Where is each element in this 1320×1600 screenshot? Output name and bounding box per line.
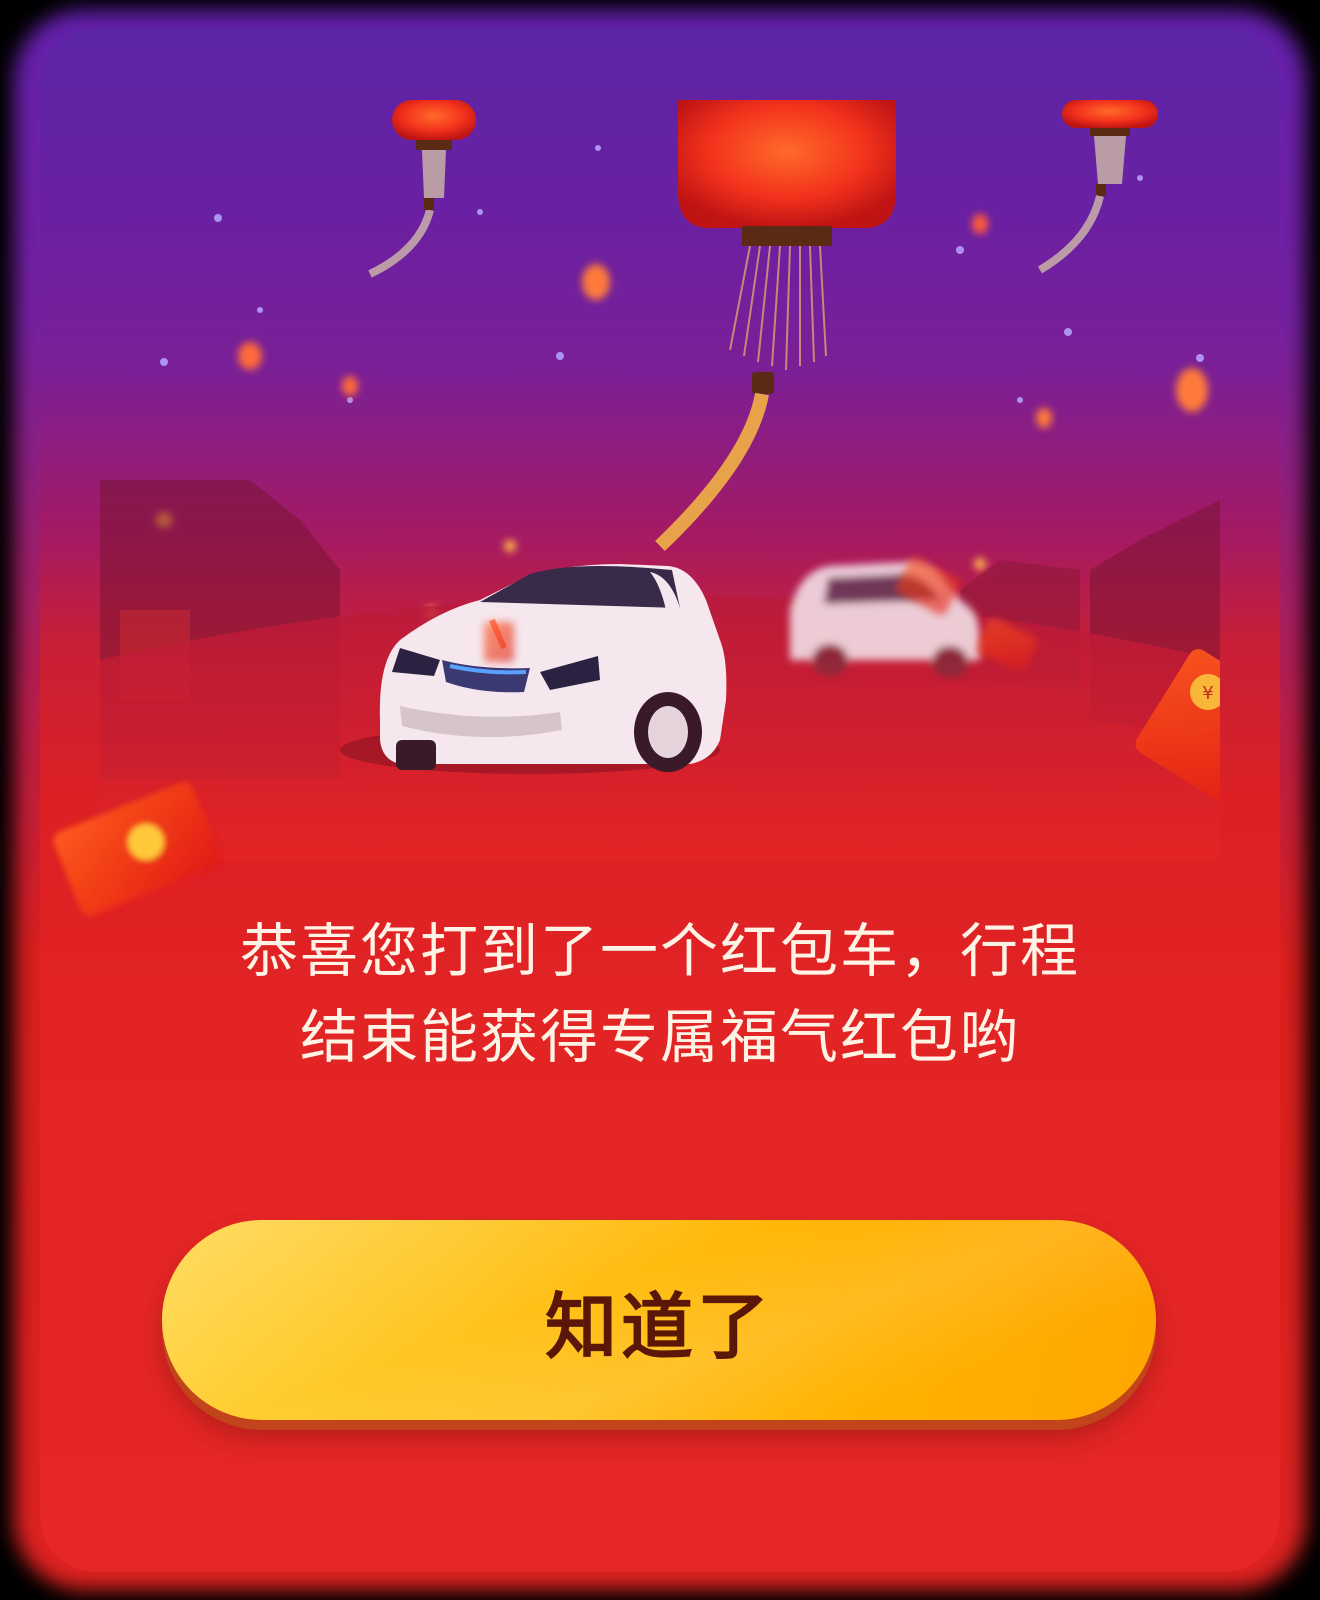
lantern-icon bbox=[655, 100, 896, 552]
festival-illustration: ¥ bbox=[100, 100, 1220, 860]
message-line-2: 结束能获得专属福气红包哟 bbox=[299, 1003, 1020, 1071]
got-it-button[interactable]: 知道了 bbox=[162, 1220, 1156, 1420]
red-envelope-dialog: ¥ 恭喜您打到了一个红包车，行程 结束能获得专属福气红包哟 知道了 bbox=[40, 28, 1280, 1572]
car-icon bbox=[340, 564, 727, 774]
lantern-icon bbox=[368, 100, 476, 278]
got-it-button-label: 知道了 bbox=[544, 1284, 773, 1369]
lantern-icon bbox=[1037, 100, 1158, 274]
red-envelope-icon bbox=[53, 782, 221, 916]
popup-screen: ¥ 恭喜您打到了一个红包车，行程 结束能获得专属福气红包哟 知道了 bbox=[0, 0, 1320, 1600]
reward-message: 恭喜您打到了一个红包车，行程 结束能获得专属福气红包哟 bbox=[140, 908, 1180, 1080]
svg-text:¥: ¥ bbox=[1202, 683, 1213, 704]
message-line-1: 恭喜您打到了一个红包车，行程 bbox=[239, 917, 1080, 985]
